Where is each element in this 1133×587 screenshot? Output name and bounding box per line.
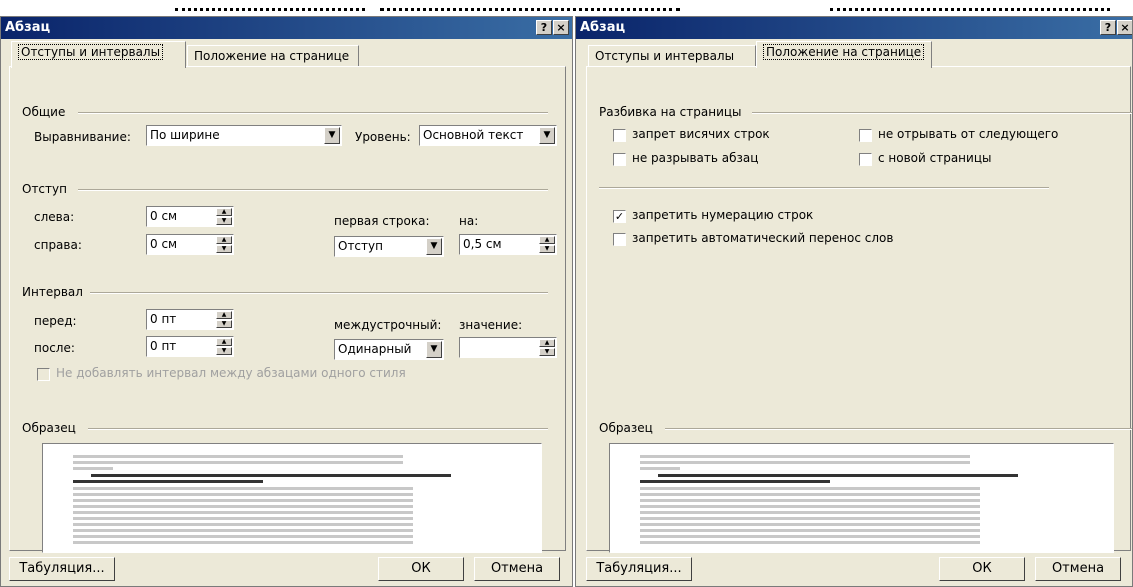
at-label: значение: [459, 318, 523, 332]
group-general-label: Общие [22, 105, 66, 119]
cancel-button[interactable]: Отмена [474, 557, 560, 581]
paragraph-dialog-indents: Абзац ? × Отступы и интервалы Положение … [0, 16, 573, 587]
group-spacing-label: Интервал [22, 285, 83, 299]
no-hyphenation-label: запретить автоматический перенос слов [632, 231, 894, 245]
close-button[interactable]: × [553, 20, 569, 35]
ok-button[interactable]: ОК [939, 557, 1025, 581]
paragraph-preview [609, 443, 1114, 553]
tab-panel: Разбивка на страницы запрет висячих стро… [586, 66, 1132, 553]
suppress-line-numbers-checkbox[interactable]: ✓ [613, 210, 626, 223]
group-preview-label: Образец [22, 421, 76, 435]
spin-down-icon[interactable]: ▼ [539, 245, 555, 253]
spacing-after-spinner[interactable]: 0 пт ▲ ▼ [146, 336, 234, 357]
line-spacing-select[interactable]: Одинарный ▼ [334, 339, 444, 360]
widow-control-checkbox[interactable] [613, 129, 626, 142]
chevron-down-icon[interactable]: ▼ [426, 341, 442, 358]
indent-right-label: справа: [34, 238, 82, 252]
spin-down-icon[interactable]: ▼ [539, 348, 555, 356]
no-space-same-style-label: Не добавлять интервал между абзацами одн… [56, 366, 406, 380]
keep-lines-together-checkbox[interactable] [613, 153, 626, 166]
suppress-line-numbers-label: запретить нумерацию строк [632, 208, 814, 222]
first-line-select[interactable]: Отступ ▼ [334, 236, 444, 257]
indent-left-spinner[interactable]: 0 см ▲ ▼ [146, 206, 234, 227]
tab-indents-spacing[interactable]: Отступы и интервалы [11, 41, 186, 68]
cancel-button[interactable]: Отмена [1035, 557, 1121, 581]
group-preview-label: Образец [599, 421, 653, 435]
by-label: на: [459, 214, 479, 228]
help-button[interactable]: ? [536, 20, 552, 35]
tabs-button[interactable]: Табуляция... [9, 557, 115, 581]
spacing-after-label: после: [34, 341, 75, 355]
widow-control-label: запрет висячих строк [632, 127, 770, 141]
spin-down-icon[interactable]: ▼ [216, 245, 232, 253]
group-indent-label: Отступ [22, 182, 67, 196]
no-hyphenation-checkbox[interactable] [613, 233, 626, 246]
spin-down-icon[interactable]: ▼ [216, 320, 232, 328]
tab-row: Отступы и интервалы Положение на страниц… [1, 41, 572, 68]
tab-line-page-breaks[interactable]: Положение на странице [756, 41, 932, 68]
chevron-down-icon[interactable]: ▼ [426, 238, 442, 255]
spin-up-icon[interactable]: ▲ [539, 339, 555, 347]
first-line-label: первая строка: [334, 214, 430, 228]
title-bar: Абзац ? × [1, 17, 572, 39]
spin-up-icon[interactable]: ▲ [216, 236, 232, 244]
indent-right-spinner[interactable]: 0 см ▲ ▼ [146, 234, 234, 255]
tab-panel: Общие Выравнивание: По ширине ▼ Уровень:… [9, 66, 566, 553]
close-button[interactable]: × [1117, 20, 1132, 35]
spin-down-icon[interactable]: ▼ [216, 347, 232, 355]
title-bar: Абзац ? × [576, 17, 1132, 39]
group-pagination-label: Разбивка на страницы [599, 105, 742, 119]
page-break-before-checkbox[interactable] [859, 153, 872, 166]
chevron-down-icon[interactable]: ▼ [324, 127, 340, 144]
indent-left-label: слева: [34, 210, 75, 224]
keep-with-next-checkbox[interactable] [859, 129, 872, 142]
line-spacing-label: междустрочный: [334, 318, 442, 332]
page-break-before-label: с новой страницы [878, 151, 992, 165]
keep-with-next-label: не отрывать от следующего [878, 127, 1059, 141]
alignment-select[interactable]: По ширине ▼ [146, 125, 342, 146]
paragraph-dialog-pagination: Абзац ? × Отступы и интервалы Положение … [575, 16, 1133, 587]
ok-button[interactable]: ОК [378, 557, 464, 581]
spin-up-icon[interactable]: ▲ [216, 338, 232, 346]
keep-lines-together-label: не разрывать абзац [632, 151, 759, 165]
paragraph-preview [42, 443, 542, 553]
spacing-before-label: перед: [34, 314, 77, 328]
outline-level-select[interactable]: Основной текст ▼ [419, 125, 557, 146]
chevron-down-icon[interactable]: ▼ [539, 127, 555, 144]
spin-down-icon[interactable]: ▼ [216, 217, 232, 225]
tab-indents-spacing[interactable]: Отступы и интервалы [588, 45, 756, 67]
dialog-title: Абзац [580, 20, 626, 35]
help-button[interactable]: ? [1100, 20, 1116, 35]
level-label: Уровень: [355, 130, 411, 144]
no-space-same-style-checkbox[interactable] [37, 368, 50, 381]
spin-up-icon[interactable]: ▲ [216, 311, 232, 319]
line-spacing-at-spinner[interactable]: ▲ ▼ [459, 337, 557, 358]
alignment-label: Выравнивание: [34, 130, 131, 144]
spin-up-icon[interactable]: ▲ [216, 208, 232, 216]
spin-up-icon[interactable]: ▲ [539, 236, 555, 244]
first-line-by-spinner[interactable]: 0,5 см ▲ ▼ [459, 234, 557, 255]
tab-row: Отступы и интервалы Положение на страниц… [576, 41, 1132, 68]
dialog-title: Абзац [5, 20, 51, 35]
spacing-before-spinner[interactable]: 0 пт ▲ ▼ [146, 309, 234, 330]
tabs-button[interactable]: Табуляция... [586, 557, 692, 581]
tab-line-page-breaks[interactable]: Положение на странице [187, 45, 359, 67]
